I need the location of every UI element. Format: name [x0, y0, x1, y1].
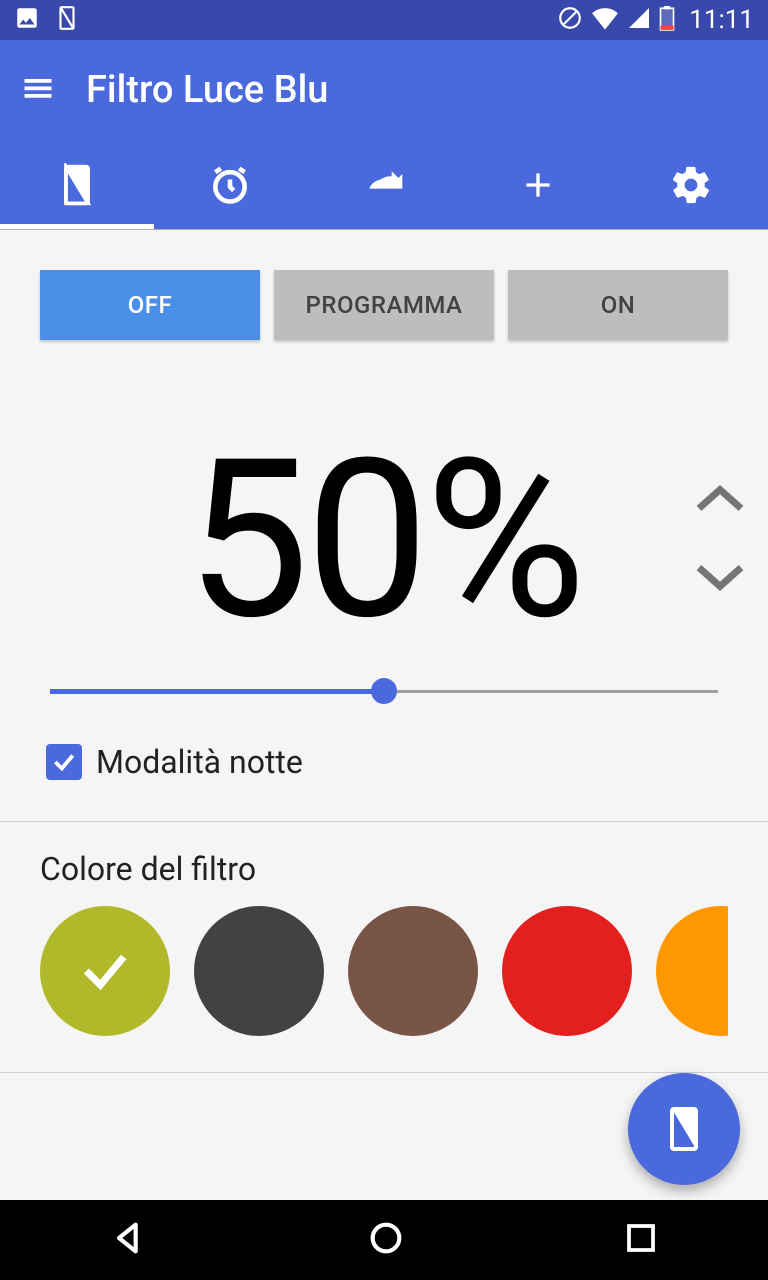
app-bar: Filtro Luce Blu	[0, 40, 768, 140]
navigation-bar	[0, 1200, 768, 1280]
mode-toggle-group: OFF PROGRAMMA ON	[40, 230, 728, 380]
color-swatch-brown[interactable]	[348, 906, 478, 1036]
tab-add[interactable]	[461, 140, 615, 229]
tab-settings[interactable]	[614, 140, 768, 229]
phone-filter-icon	[54, 5, 80, 35]
tab-bar	[0, 140, 768, 230]
divider	[0, 1072, 768, 1073]
color-swatch-olive[interactable]	[40, 906, 170, 1036]
intensity-value: 50%	[186, 430, 582, 650]
decrease-button[interactable]	[692, 560, 748, 598]
night-mode-checkbox[interactable]	[46, 744, 82, 780]
wifi-icon	[591, 6, 619, 34]
intensity-slider[interactable]	[50, 690, 718, 693]
battery-low-icon	[659, 5, 675, 35]
color-swatch-red[interactable]	[502, 906, 632, 1036]
tab-redo[interactable]	[307, 140, 461, 229]
status-clock: 11:11	[689, 5, 754, 35]
tab-schedule[interactable]	[154, 140, 308, 229]
nav-home-button[interactable]	[366, 1218, 406, 1262]
menu-icon[interactable]	[20, 70, 56, 110]
filter-color-title: Colore del filtro	[40, 822, 728, 906]
mode-off-button[interactable]: OFF	[40, 270, 260, 340]
mode-program-button[interactable]: PROGRAMMA	[274, 270, 494, 340]
no-entry-icon	[557, 5, 583, 35]
color-swatch-dark[interactable]	[194, 906, 324, 1036]
status-bar: 11:11	[0, 0, 768, 40]
filter-color-row	[40, 906, 728, 1036]
fab-toggle-filter[interactable]	[628, 1073, 740, 1185]
increase-button[interactable]	[692, 482, 748, 520]
mode-on-button[interactable]: ON	[508, 270, 728, 340]
night-mode-label: Modalità notte	[96, 743, 303, 781]
nav-recent-button[interactable]	[623, 1220, 659, 1260]
signal-icon	[627, 6, 651, 34]
image-icon	[14, 5, 40, 35]
tab-filter[interactable]	[0, 140, 154, 229]
app-title: Filtro Luce Blu	[86, 68, 328, 112]
color-swatch-orange[interactable]	[656, 906, 728, 1036]
nav-back-button[interactable]	[109, 1218, 149, 1262]
